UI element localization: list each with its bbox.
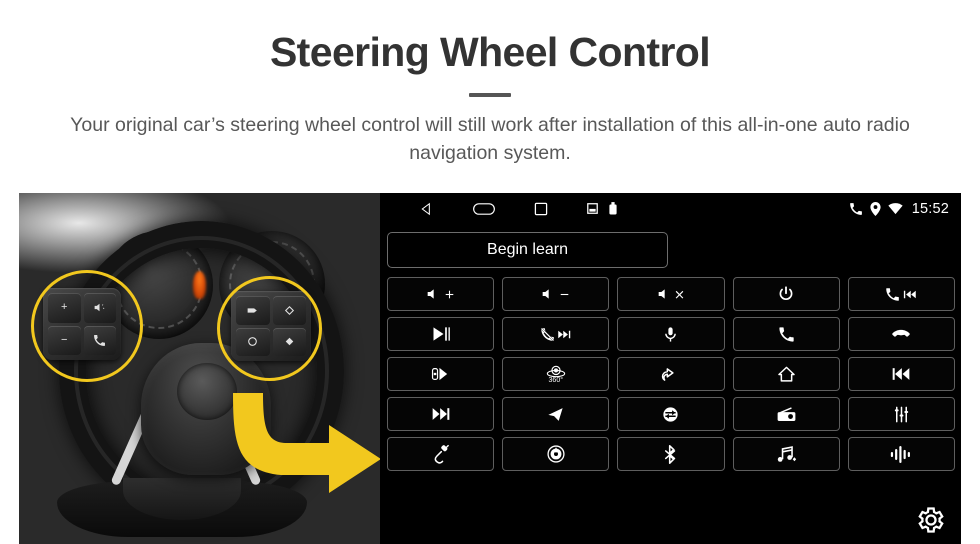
volume-down-button[interactable] xyxy=(502,277,610,311)
equalizer-button[interactable] xyxy=(847,397,955,431)
mute-button[interactable] xyxy=(617,277,725,311)
home-button[interactable] xyxy=(732,357,840,391)
play-pause-icon xyxy=(431,324,451,344)
house-icon xyxy=(777,365,796,384)
end-call-button[interactable] xyxy=(847,317,955,351)
volume-up-button[interactable] xyxy=(387,277,495,311)
gear-icon xyxy=(918,507,944,533)
back-icon[interactable] xyxy=(420,202,434,216)
next-track-button[interactable] xyxy=(387,397,495,431)
back-arrow-icon xyxy=(661,365,680,384)
voice-assistant-button[interactable] xyxy=(847,437,955,471)
head-unit-screen: 15:52 Begin learn 360° xyxy=(380,193,961,544)
highlight-circle-right xyxy=(217,276,322,381)
status-bar-tray: 15:52 xyxy=(849,201,949,217)
play-pause-button[interactable] xyxy=(387,317,495,351)
power-button[interactable] xyxy=(732,277,840,311)
recents-icon[interactable] xyxy=(534,202,548,216)
wifi-icon xyxy=(888,202,903,215)
settings-button[interactable] xyxy=(913,502,949,538)
bluetooth-music-icon xyxy=(775,445,798,464)
bluetooth-button[interactable] xyxy=(617,437,725,471)
answer-call-button[interactable] xyxy=(732,317,840,351)
home-icon[interactable] xyxy=(473,202,495,216)
equalizer-icon xyxy=(892,405,911,424)
begin-learn-label: Begin learn xyxy=(487,241,568,258)
disc-button[interactable] xyxy=(502,437,610,471)
microphone-button[interactable] xyxy=(617,317,725,351)
voice-wave-icon xyxy=(890,445,912,464)
source-switch-button[interactable] xyxy=(617,397,725,431)
highlight-circle-left xyxy=(31,270,143,382)
power-icon xyxy=(777,285,795,303)
bluetooth-music-button[interactable] xyxy=(732,437,840,471)
parking-radar-button[interactable] xyxy=(387,357,495,391)
status-clock: 15:52 xyxy=(911,200,949,217)
camera-360-label: 360° xyxy=(548,377,564,384)
camera-360-button[interactable]: 360° xyxy=(502,357,610,391)
speaker-minus-icon xyxy=(540,286,571,302)
sd-card-icon[interactable] xyxy=(587,203,598,214)
usb-icon[interactable] xyxy=(609,202,617,215)
camera-360-icon: 360° xyxy=(545,364,567,384)
hangup-next-button[interactable] xyxy=(502,317,610,351)
begin-learn-button[interactable]: Begin learn xyxy=(387,232,668,268)
next-track-icon xyxy=(431,404,451,424)
status-bar-nav-icons xyxy=(420,202,617,216)
content-row: + − 15:52 Begin learn 360° xyxy=(19,193,961,544)
phone-icon xyxy=(849,202,863,216)
pointing-arrow-icon xyxy=(233,393,380,493)
aux-button[interactable] xyxy=(387,437,495,471)
back-button[interactable] xyxy=(617,357,725,391)
navigation-button[interactable] xyxy=(502,397,610,431)
radio-icon xyxy=(776,406,797,423)
status-bar: 15:52 xyxy=(380,193,961,224)
microphone-icon xyxy=(662,326,679,343)
hangup-next-icon xyxy=(540,327,572,342)
phone-answer-icon xyxy=(778,326,795,343)
steering-wheel-function-grid: 360° xyxy=(387,277,955,471)
aux-cable-icon xyxy=(430,444,451,465)
header: Steering Wheel Control Your original car… xyxy=(0,0,980,167)
speaker-plus-icon xyxy=(425,286,456,302)
page-root: Steering Wheel Control Your original car… xyxy=(0,0,980,544)
radio-button[interactable] xyxy=(732,397,840,431)
car-radar-icon xyxy=(431,365,451,383)
speaker-mute-icon xyxy=(656,286,685,302)
location-icon xyxy=(870,201,881,216)
phone-previous-icon xyxy=(885,287,917,302)
phone-previous-button[interactable] xyxy=(847,277,955,311)
page-subtitle: Your original car’s steering wheel contr… xyxy=(70,114,910,164)
title-divider xyxy=(469,93,511,98)
source-switch-icon xyxy=(661,405,680,424)
steering-wheel-photo: + − xyxy=(19,193,380,544)
previous-track-button[interactable] xyxy=(847,357,955,391)
navigation-arrow-icon xyxy=(546,405,565,424)
disc-icon xyxy=(546,444,566,464)
previous-track-icon xyxy=(891,364,911,384)
bluetooth-icon xyxy=(662,444,679,464)
phone-hangup-icon xyxy=(891,324,911,344)
page-title: Steering Wheel Control xyxy=(269,29,711,75)
